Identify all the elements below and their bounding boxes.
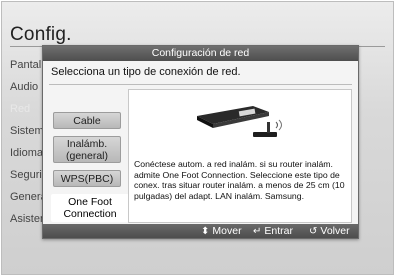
move-label: Mover — [212, 225, 242, 237]
page-title: Config. — [10, 24, 72, 45]
connection-type-list: Cable Inalámb. (general) WPS(PBC) One Fo… — [51, 112, 129, 229]
option-description: Conéctese autom. a red inalám. si su rou… — [134, 159, 345, 201]
enter-label: Entrar — [264, 225, 293, 237]
option-wireless-general[interactable]: Inalámb. (general) — [53, 136, 121, 163]
option-one-foot-connection[interactable]: One Foot Connection — [51, 194, 129, 222]
dialog-title: Configuración de red — [43, 46, 358, 61]
option-wps-pbc[interactable]: WPS(PBC) — [53, 170, 121, 187]
dialog-footer: ⬍ Mover ↵ Entrar ↺ Volver — [43, 224, 358, 238]
back-label: Volver — [320, 225, 350, 237]
dialog-divider — [49, 84, 352, 85]
wireless-router-icon — [197, 106, 282, 137]
settings-screen: Config. Pantalla Audio Red Sistema Idiom… — [1, 1, 394, 275]
option-description-panel: Conéctese autom. a red inalám. si su rou… — [128, 89, 352, 223]
enter-key-icon: ↵ — [253, 226, 262, 237]
network-settings-dialog: Configuración de red Selecciona un tipo … — [42, 45, 359, 239]
option-cable[interactable]: Cable — [53, 112, 121, 129]
return-arrow-icon: ↺ — [309, 226, 318, 237]
back-hint: ↺ Volver — [309, 224, 350, 239]
enter-hint: ↵ Entrar — [253, 224, 293, 239]
move-hint: ⬍ Mover — [201, 224, 242, 239]
dialog-subtitle: Selecciona un tipo de conexión de red. — [51, 66, 241, 78]
up-down-arrows-icon: ⬍ — [201, 226, 210, 237]
